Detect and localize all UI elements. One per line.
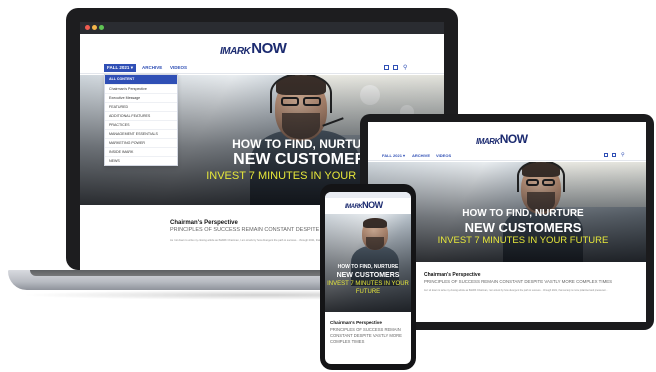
dropdown-item[interactable]: Featured [105,102,177,111]
phone-status-bar [325,192,411,198]
nav-issue-label: FALL 2021 [107,65,130,70]
tablet-article: Chairman's Perspective PRINCIPLES OF SUC… [424,272,634,292]
dropdown-item[interactable]: Executive Message [105,93,177,102]
window-close-dot[interactable] [85,25,90,30]
tablet-nav-issue[interactable]: FALL 2021 ▾ [382,153,405,158]
tablet-hero-line-3: INVEST 7 MINUTES IN YOUR FUTURE [437,235,609,246]
dropdown-item[interactable]: Chairman's Perspective [105,84,177,93]
facebook-icon[interactable] [384,65,389,70]
phone-hero-line-1: HOW TO FIND, NURTURE [337,264,399,270]
dropdown-item[interactable]: News [105,156,177,165]
dropdown-item[interactable]: Additional Features [105,111,177,120]
tablet-article-section: Chairman's Perspective [424,272,481,278]
phone-logo[interactable]: IMARK NOW [345,200,383,210]
tablet-hero-line-1: HOW TO FIND, NURTURE [462,208,584,219]
tablet-article-excerpt: As I sit down to write my closing articl… [424,289,608,292]
dropdown-item[interactable]: Marketing Power [105,138,177,147]
tablet-logo-now: NOW [499,132,528,146]
logo-now: NOW [251,40,287,57]
phone-article-section: Chairman's Perspective [330,320,382,325]
tablet-nav-archive[interactable]: ARCHIVE [412,153,430,158]
phone-article-headline[interactable]: PRINCIPLES OF SUCCESS REMAIN CONSTANT DE… [330,327,408,345]
window-maximize-dot[interactable] [99,25,104,30]
tablet-hero-line-2: NEW CUSTOMERS [464,220,582,235]
search-icon[interactable]: ⚲ [621,152,625,158]
dropdown-item[interactable]: Practices [105,120,177,129]
window-minimize-dot[interactable] [92,25,97,30]
browser-chrome [80,22,444,34]
site-header: IMARK NOW [80,34,444,62]
phone-hero-image: HOW TO FIND, NURTURE NEW CUSTOMERS INVES… [325,214,411,312]
linkedin-icon[interactable] [612,153,616,157]
nav-archive[interactable]: ARCHIVE [142,65,162,70]
tablet-nav-bar: FALL 2021 ▾ ARCHIVE VIDEOS ⚲ [368,151,646,161]
phone-device: IMARK NOW HOW TO FIND, NURTURE NEW CUSTO… [320,184,416,370]
logo-imark: IMARK [220,46,251,57]
phone-logo-now: NOW [362,200,383,210]
phone-screen: IMARK NOW HOW TO FIND, NURTURE NEW CUSTO… [325,192,411,364]
phone-hero-line-3: INVEST 7 MINUTES IN YOUR FUTURE [327,281,409,295]
phone-logo-imark: IMARK [345,204,363,210]
dropdown-item-all-content[interactable]: ALL CONTENT [105,75,177,84]
phone-hero-headline: HOW TO FIND, NURTURE NEW CUSTOMERS INVES… [327,264,409,296]
tablet-hero-headline: HOW TO FIND, NURTURE NEW CUSTOMERS INVES… [418,208,628,247]
nav-bar: FALL 2021 ▾ ARCHIVE VIDEOS ⚲ [80,62,444,74]
tablet-logo-imark: IMARK [476,137,500,146]
tablet-nav-issue-label: FALL 2021 [382,153,402,158]
site-logo[interactable]: IMARK NOW [220,40,287,57]
device-mockup-scene: IMARK NOW FALL 2021 ▾ ARCHIVE VIDEOS ⚲ H… [0,0,656,372]
phone-hero-line-2: NEW CUSTOMERS [336,272,400,279]
nav-issue-dropdown[interactable]: FALL 2021 ▾ [104,64,136,72]
tablet-logo[interactable]: IMARK NOW [476,132,528,146]
phone-article: Chairman's Perspective PRINCIPLES OF SUC… [330,320,408,345]
tablet-nav-videos[interactable]: VIDEOS [436,153,451,158]
dropdown-item[interactable]: Inside IMARK [105,147,177,156]
issue-dropdown-menu: ALL CONTENT Chairman's Perspective Execu… [104,74,178,166]
chevron-down-icon: ▾ [129,65,133,70]
linkedin-icon[interactable] [393,65,398,70]
facebook-icon[interactable] [604,153,608,157]
nav-videos[interactable]: VIDEOS [170,65,187,70]
search-icon[interactable]: ⚲ [403,64,407,71]
tablet-article-headline[interactable]: PRINCIPLES OF SUCCESS REMAIN CONSTANT DE… [424,279,634,285]
dropdown-item[interactable]: Management Essentials [105,129,177,138]
